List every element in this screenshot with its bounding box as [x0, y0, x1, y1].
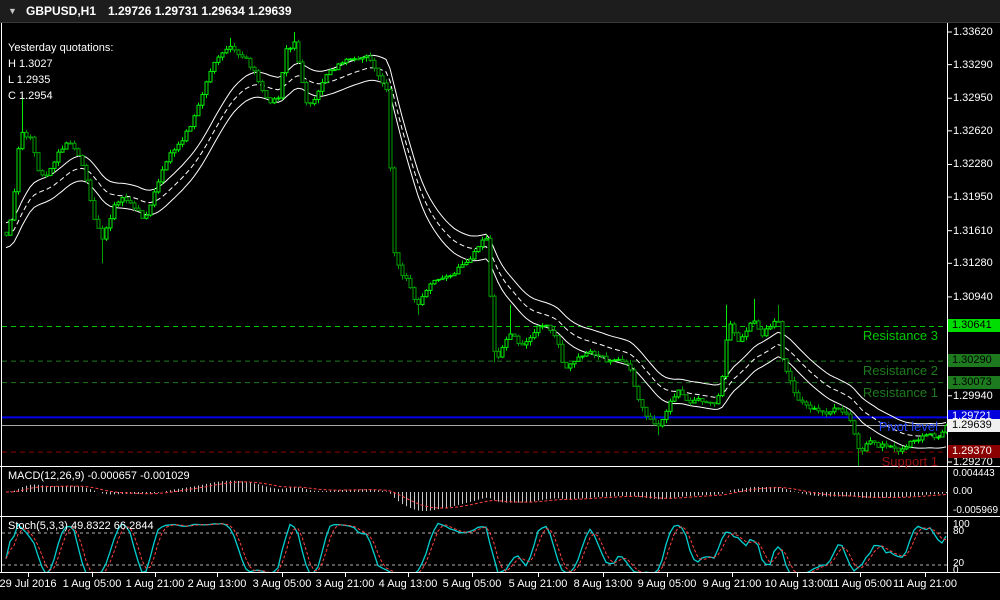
time-label-12: 10 Aug 13:00 [765, 578, 830, 590]
yesterday-high: H 1.3027 [8, 56, 113, 72]
price-tick-1: 1.33290 [953, 59, 993, 71]
symbol-period-label: GBPUSD,H1 [26, 0, 96, 22]
macd-axis-1: 0.00 [953, 486, 972, 497]
time-label-5: 3 Aug 21:00 [316, 578, 375, 590]
resistance-2-label: Resistance 2 [863, 363, 938, 378]
time-label-13: 11 Aug 05:00 [828, 578, 892, 590]
time-label-4: 3 Aug 05:00 [253, 578, 312, 590]
chart-canvas[interactable] [0, 0, 1000, 600]
stoch-indicator-label: Stoch(5,3,3) 49.8322 66.2844 [8, 520, 154, 532]
yesterday-quotations-box: Yesterday quotations: H 1.3027 L 1.2935 … [8, 40, 113, 104]
time-label-2: 1 Aug 21:00 [126, 578, 185, 590]
pivot-level-label: Pivot level [879, 419, 938, 434]
stoch-axis-1: 80 [953, 526, 964, 537]
yesterday-close: C 1.2954 [8, 88, 113, 104]
time-label-14: 11 Aug 21:00 [893, 578, 957, 590]
current-ohlc-quote: 1.29726 1.29731 1.29634 1.29639 [108, 0, 292, 22]
time-label-3: 2 Aug 13:00 [188, 578, 247, 590]
macd-indicator-label: MACD(12,26,9) -0.000657 -0.001029 [8, 470, 190, 482]
time-label-6: 4 Aug 13:00 [379, 578, 438, 590]
time-label-0: 29 Jul 2016 [0, 578, 56, 590]
macd-axis-2: -0.005969 [953, 505, 998, 516]
price-tick-2: 1.32950 [953, 92, 993, 104]
price-tick-3: 1.32620 [953, 125, 993, 137]
resistance-1-label: Resistance 1 [863, 385, 938, 400]
chart-menu-dropdown-icon[interactable]: ▼ [8, 0, 17, 22]
mt4-chart-window: ▼ GBPUSD,H1 1.29726 1.29731 1.29634 1.29… [0, 0, 1000, 600]
price-chip-5: 1.29370 [948, 445, 1000, 458]
resistance-3-label: Resistance 3 [863, 328, 938, 343]
price-tick-6: 1.31610 [953, 225, 993, 237]
price-tick-9: 1.29940 [953, 390, 993, 402]
time-label-9: 8 Aug 13:00 [574, 578, 633, 590]
chart-title-bar: ▼ GBPUSD,H1 1.29726 1.29731 1.29634 1.29… [0, 0, 1000, 23]
time-label-1: 1 Aug 05:00 [63, 578, 122, 590]
price-tick-0: 1.33620 [953, 26, 993, 38]
price-tick-7: 1.31280 [953, 257, 993, 269]
stoch-axis-3: 0 [953, 565, 959, 576]
macd-axis-0: 0.004443 [953, 468, 995, 479]
time-label-8: 5 Aug 21:00 [509, 578, 568, 590]
price-chip-2: 1.30073 [948, 376, 1000, 389]
support-1-label: Support 1 [882, 454, 938, 469]
time-label-7: 5 Aug 05:00 [443, 578, 502, 590]
yesterday-quotations-heading: Yesterday quotations: [8, 40, 113, 56]
price-chip-4: 1.29639 [948, 419, 1000, 432]
price-tick-4: 1.32280 [953, 158, 993, 170]
yesterday-low: L 1.2935 [8, 72, 113, 88]
price-tick-5: 1.31950 [953, 191, 993, 203]
time-label-10: 9 Aug 05:00 [638, 578, 697, 590]
price-chip-1: 1.30290 [948, 354, 1000, 367]
price-tick-8: 1.30940 [953, 291, 993, 303]
time-label-11: 9 Aug 21:00 [703, 578, 762, 590]
price-chip-0: 1.30641 [948, 319, 1000, 332]
